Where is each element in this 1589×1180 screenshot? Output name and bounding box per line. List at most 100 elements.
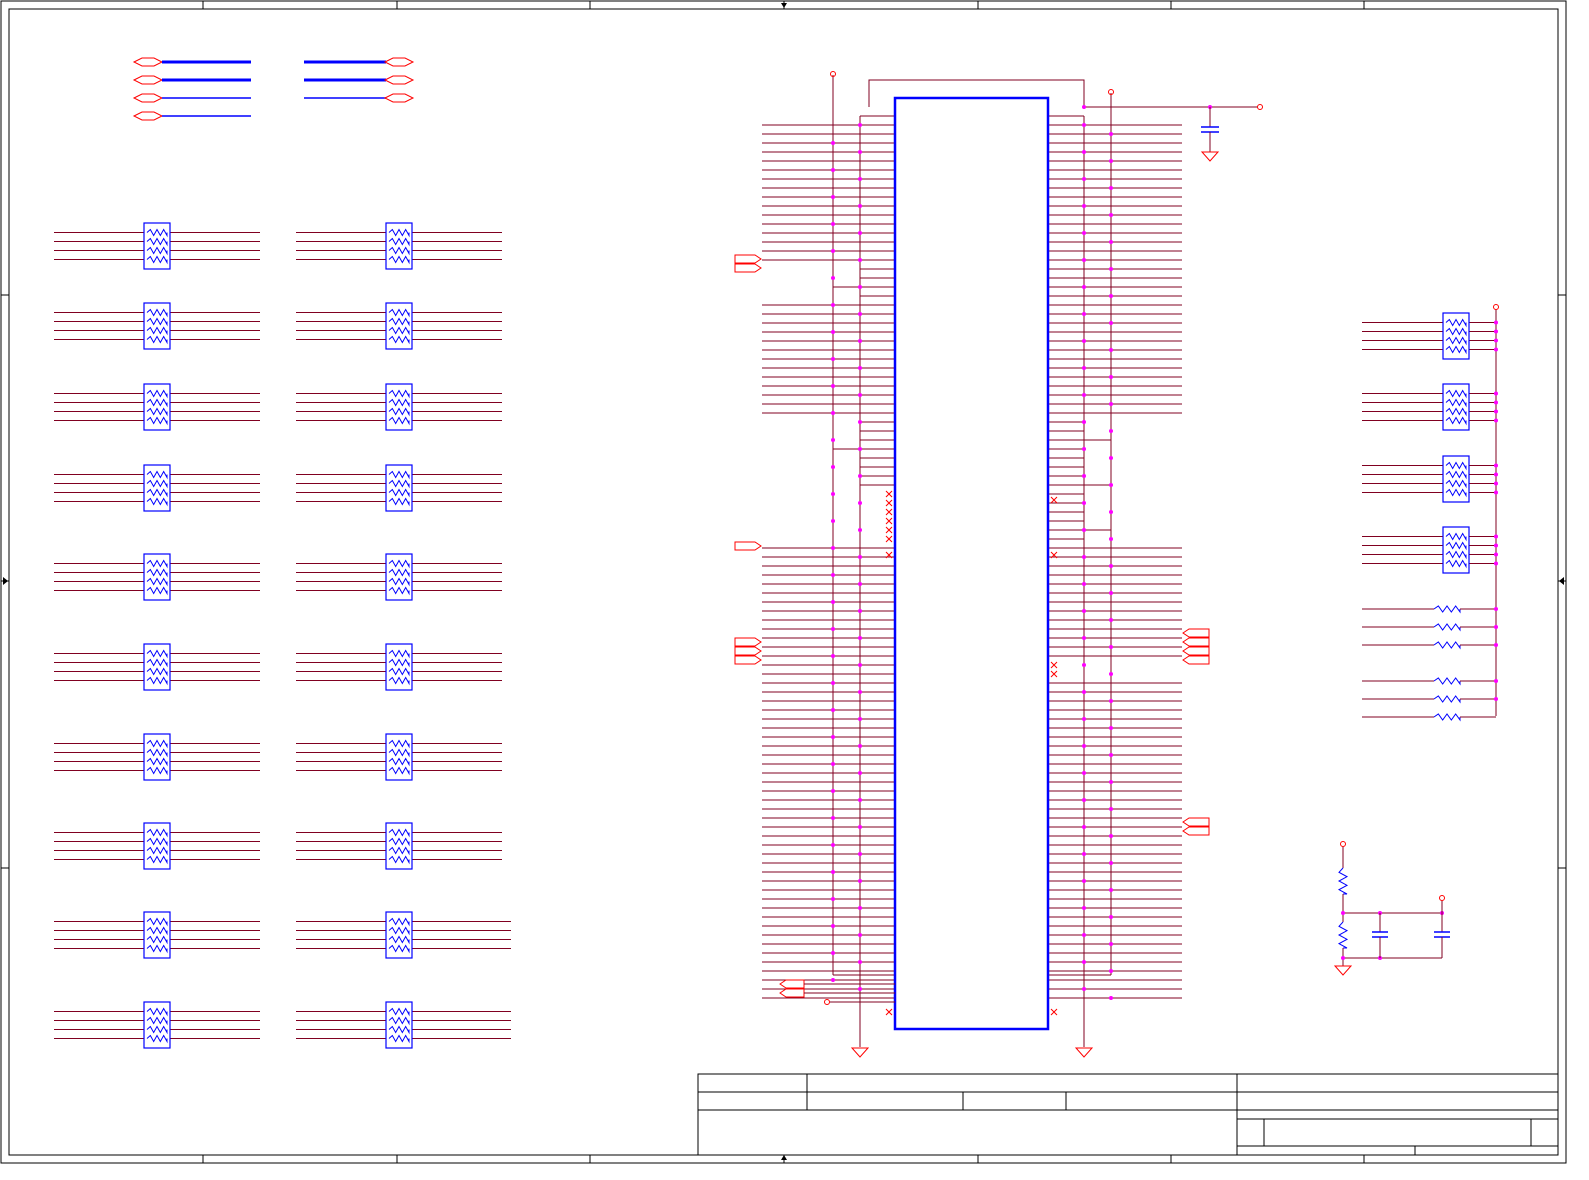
pullup-resistor-array <box>1362 304 1499 722</box>
schematic-sheet <box>0 0 1589 1180</box>
center-marker <box>781 3 787 8</box>
resistor-zigzag <box>146 326 168 336</box>
no-connect-mark <box>1050 496 1058 504</box>
resistor-zigzag <box>388 766 410 776</box>
junction-dot <box>1109 807 1113 811</box>
junction-dot <box>1082 501 1086 505</box>
junction-dot <box>1494 329 1498 334</box>
junction-dot <box>858 366 862 370</box>
net-port <box>1182 628 1210 638</box>
resistor-zigzag <box>146 748 168 758</box>
junction-dot <box>1082 798 1086 802</box>
junction-dot <box>831 222 835 226</box>
junction-dot <box>1109 294 1113 298</box>
junction-dot <box>1494 607 1498 611</box>
resistor-zigzag <box>1445 532 1467 542</box>
resistor-zigzag <box>388 237 410 247</box>
junction-dot <box>831 924 835 928</box>
resistor-zigzag <box>388 228 410 238</box>
title-frame <box>697 1073 1559 1156</box>
junction-dot <box>1082 393 1086 397</box>
junction-dot <box>858 555 862 559</box>
junction-dot <box>1109 537 1113 541</box>
junction-dot <box>831 735 835 739</box>
resistor-zigzag <box>1445 345 1467 355</box>
power-port <box>1257 104 1263 110</box>
junction-dot <box>858 879 862 883</box>
resistor-zigzag <box>388 246 410 256</box>
rc-divider-circuit <box>1333 841 1450 976</box>
junction-dot <box>1082 960 1086 964</box>
junction-dot <box>831 465 835 469</box>
power-port <box>1340 841 1346 847</box>
net-port <box>1182 826 1210 836</box>
resistor-zigzag <box>146 470 168 480</box>
junction-dot <box>1082 474 1086 478</box>
junction-dot <box>1494 338 1498 343</box>
junction-dot <box>831 870 835 874</box>
resistor-zigzag <box>146 255 168 265</box>
resistor-zigzag <box>388 649 410 659</box>
junction-dot <box>1082 771 1086 775</box>
junction-dot <box>858 987 862 991</box>
junction-dot <box>1082 447 1086 451</box>
resistor-zigzag <box>146 658 168 668</box>
junction-dot <box>1082 852 1086 856</box>
resistor-pack-array <box>54 222 511 1049</box>
resistor-zigzag <box>388 1034 410 1044</box>
junction-dot <box>831 708 835 712</box>
resistor-zigzag <box>388 308 410 318</box>
junction-dot <box>1494 463 1498 468</box>
junction-dot <box>1494 552 1498 557</box>
resistor-zigzag <box>388 317 410 327</box>
junction-dot <box>1494 643 1498 647</box>
no-connect-mark <box>885 517 893 525</box>
junction-dot <box>1109 591 1113 595</box>
junction-dot <box>1109 969 1113 973</box>
junction-dot <box>858 285 862 289</box>
resistor-zigzag <box>146 407 168 417</box>
junction-dot <box>1109 321 1113 325</box>
resistor-zigzag <box>388 470 410 480</box>
net-port <box>734 655 762 665</box>
junction-dot <box>831 654 835 658</box>
junction-dot <box>1494 472 1498 477</box>
resistor-zigzag <box>146 389 168 399</box>
resistor-zigzag <box>388 855 410 865</box>
junction-dot <box>1082 690 1086 694</box>
net-port <box>779 988 805 998</box>
junction-dot <box>1109 780 1113 784</box>
resistor-zigzag <box>1433 713 1461 722</box>
junction-dot <box>1109 834 1113 838</box>
junction-dot <box>831 492 835 496</box>
resistor-zigzag <box>388 335 410 345</box>
junction-dot <box>1082 582 1086 586</box>
resistor-zigzag <box>146 246 168 256</box>
net-port <box>1182 655 1210 665</box>
resistor-zigzag <box>146 1025 168 1035</box>
junction-dot <box>1109 996 1113 1000</box>
junction-dot <box>1109 132 1113 136</box>
resistor-zigzag <box>388 407 410 417</box>
junction-dot <box>1494 625 1498 629</box>
junction-dot <box>1109 348 1113 352</box>
junction-dot <box>831 762 835 766</box>
junction-dot <box>1082 879 1086 883</box>
junction-dot <box>1109 375 1113 379</box>
resistor-zigzag <box>388 416 410 426</box>
junction-dot <box>1082 123 1086 127</box>
junction-dot <box>1109 861 1113 865</box>
junction-dot <box>858 339 862 343</box>
resistor-zigzag <box>146 577 168 587</box>
resistor-zigzag <box>388 1007 410 1017</box>
power-port <box>1439 895 1445 901</box>
junction-dot <box>858 258 862 262</box>
resistor-zigzag <box>388 488 410 498</box>
junction-dot <box>831 897 835 901</box>
junction-dot <box>1082 177 1086 181</box>
junction-dot <box>831 195 835 199</box>
junction-dot <box>1109 456 1113 460</box>
junction-dot <box>1109 888 1113 892</box>
resistor-zigzag <box>146 828 168 838</box>
resistor-zigzag <box>1445 389 1467 399</box>
